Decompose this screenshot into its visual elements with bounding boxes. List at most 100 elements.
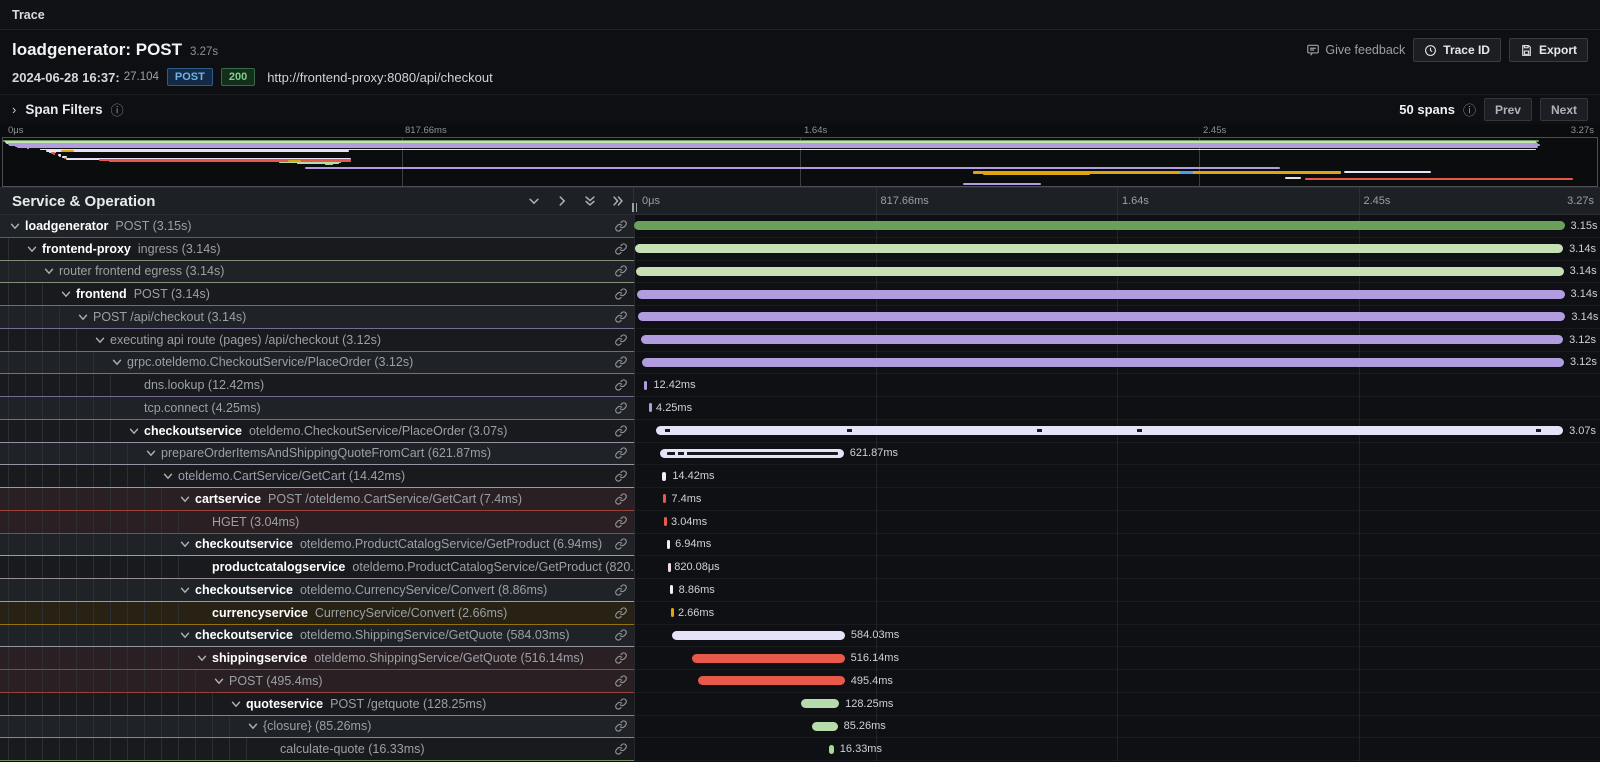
- chevron-down-icon[interactable]: [161, 469, 175, 483]
- chevron-down-icon[interactable]: [144, 446, 158, 460]
- span-link-icon[interactable]: [614, 742, 628, 756]
- span-duration-bar[interactable]: [636, 267, 1564, 276]
- chevron-down-icon[interactable]: [76, 310, 90, 324]
- span-name-cell[interactable]: currencyserviceCurrencyService/Convert (…: [0, 602, 634, 625]
- collapse-all-icon[interactable]: [583, 194, 597, 208]
- span-name-cell[interactable]: loadgeneratorPOST (3.15s): [0, 215, 634, 238]
- span-name-cell[interactable]: POST (495.4ms): [0, 670, 634, 693]
- chevron-down-icon[interactable]: [212, 674, 226, 688]
- span-name-cell[interactable]: calculate-quote (16.33ms): [0, 738, 634, 761]
- span-name-cell[interactable]: HGET (3.04ms): [0, 511, 634, 534]
- span-link-icon[interactable]: [614, 264, 628, 278]
- span-link-icon[interactable]: [614, 674, 628, 688]
- span-link-icon[interactable]: [614, 515, 628, 529]
- chevron-down-icon[interactable]: [93, 333, 107, 347]
- span-link-icon[interactable]: [614, 242, 628, 256]
- indent-guide: [110, 443, 127, 465]
- chevron-down-icon[interactable]: [178, 537, 192, 551]
- span-duration-bar[interactable]: [635, 244, 1563, 253]
- span-name-cell[interactable]: {closure} (85.26ms): [0, 716, 634, 739]
- span-operation: POST (495.4ms): [229, 674, 323, 688]
- span-name-cell[interactable]: quoteservicePOST /getquote (128.25ms): [0, 693, 634, 716]
- span-link-icon[interactable]: [614, 583, 628, 597]
- chevron-down-icon[interactable]: [110, 355, 124, 369]
- span-name-cell[interactable]: frontend-proxyingress (3.14s): [0, 238, 634, 261]
- span-link-icon[interactable]: [614, 219, 628, 233]
- span-link-icon[interactable]: [614, 378, 628, 392]
- span-name-cell[interactable]: POST /api/checkout (3.14s): [0, 306, 634, 329]
- span-name-cell[interactable]: frontendPOST (3.14s): [0, 283, 634, 306]
- indent-guide: [110, 602, 127, 624]
- span-duration-bar[interactable]: [656, 426, 1563, 435]
- chevron-down-icon[interactable]: [246, 719, 260, 733]
- span-name-cell[interactable]: checkoutserviceoteldemo.CheckoutService/…: [0, 420, 634, 443]
- span-name-cell[interactable]: executing api route (pages) /api/checkou…: [0, 329, 634, 352]
- span-link-icon[interactable]: [614, 287, 628, 301]
- chevron-down-icon[interactable]: [178, 583, 192, 597]
- span-link-icon[interactable]: [614, 628, 628, 642]
- span-name-cell[interactable]: checkoutserviceoteldemo.CurrencyService/…: [0, 579, 634, 602]
- span-link-icon[interactable]: [614, 333, 628, 347]
- collapse-one-icon[interactable]: [527, 194, 541, 208]
- span-link-icon[interactable]: [614, 446, 628, 460]
- give-feedback-link[interactable]: Give feedback: [1306, 43, 1405, 57]
- span-duration-bar[interactable]: [634, 221, 1565, 230]
- chevron-down-icon[interactable]: [229, 697, 243, 711]
- span-link-icon[interactable]: [614, 310, 628, 324]
- expand-one-icon[interactable]: [555, 194, 569, 208]
- chevron-right-icon[interactable]: ›: [12, 102, 16, 117]
- export-button[interactable]: Export: [1509, 38, 1588, 62]
- chevron-down-icon[interactable]: [8, 219, 22, 233]
- indent-guide: [42, 488, 59, 510]
- span-link-icon[interactable]: [614, 606, 628, 620]
- span-duration-bar[interactable]: [672, 631, 845, 640]
- chevron-down-icon[interactable]: [178, 492, 192, 506]
- span-name-cell[interactable]: checkoutserviceoteldemo.ProductCatalogSe…: [0, 534, 634, 557]
- span-link-icon[interactable]: [614, 424, 628, 438]
- chevron-down-icon[interactable]: [25, 242, 39, 256]
- span-name-cell[interactable]: prepareOrderItemsAndShippingQuoteFromCar…: [0, 443, 634, 466]
- indent-guide: [93, 511, 110, 533]
- indent-guide: [76, 465, 93, 487]
- span-link-icon[interactable]: [614, 492, 628, 506]
- expand-all-icon[interactable]: [611, 194, 625, 208]
- span-duration-bar[interactable]: [641, 335, 1563, 344]
- span-link-icon[interactable]: [614, 537, 628, 551]
- span-link-icon[interactable]: [614, 401, 628, 415]
- span-name-cell[interactable]: productcatalogserviceoteldemo.ProductCat…: [0, 556, 634, 579]
- indent-guide: [127, 716, 144, 738]
- chevron-down-icon[interactable]: [195, 651, 209, 665]
- span-duration-bar[interactable]: [638, 312, 1566, 321]
- span-duration-bar[interactable]: [642, 358, 1564, 367]
- prev-button[interactable]: Prev: [1484, 98, 1532, 121]
- span-name-cell[interactable]: cartservicePOST /oteldemo.CartService/Ge…: [0, 488, 634, 511]
- trace-minimap[interactable]: 0μs817.66ms1.64s2.45s3.27s: [0, 124, 1600, 187]
- span-name-cell[interactable]: checkoutserviceoteldemo.ShippingService/…: [0, 625, 634, 648]
- span-link-icon[interactable]: [614, 697, 628, 711]
- span-name-cell[interactable]: router frontend egress (3.14s): [0, 261, 634, 284]
- chevron-down-icon[interactable]: [127, 424, 141, 438]
- span-link-icon[interactable]: [614, 469, 628, 483]
- span-duration-bar[interactable]: [692, 654, 844, 663]
- span-name-cell[interactable]: grpc.oteldemo.CheckoutService/PlaceOrder…: [0, 352, 634, 375]
- span-link-icon[interactable]: [614, 719, 628, 733]
- span-duration-bar[interactable]: [801, 699, 839, 708]
- next-button[interactable]: Next: [1540, 98, 1588, 121]
- span-duration-bar[interactable]: [637, 290, 1565, 299]
- span-duration-bar[interactable]: [660, 449, 844, 458]
- span-name-cell[interactable]: shippingserviceoteldemo.ShippingService/…: [0, 647, 634, 670]
- span-name-cell[interactable]: oteldemo.CartService/GetCart (14.42ms): [0, 465, 634, 488]
- chevron-down-icon[interactable]: [59, 287, 73, 301]
- span-name-cell[interactable]: tcp.connect (4.25ms): [0, 397, 634, 420]
- minimap-chart[interactable]: [2, 137, 1598, 187]
- span-link-icon[interactable]: [614, 651, 628, 665]
- span-link-icon[interactable]: [614, 355, 628, 369]
- chevron-down-icon[interactable]: [42, 264, 56, 278]
- span-duration-bar[interactable]: [698, 676, 844, 685]
- chevron-down-icon[interactable]: [178, 628, 192, 642]
- span-filters-label[interactable]: Span Filters: [25, 102, 102, 117]
- indent-guide: [42, 602, 59, 624]
- span-name-cell[interactable]: dns.lookup (12.42ms): [0, 374, 634, 397]
- span-duration-bar[interactable]: [812, 722, 837, 731]
- trace-id-button[interactable]: Trace ID: [1413, 38, 1501, 62]
